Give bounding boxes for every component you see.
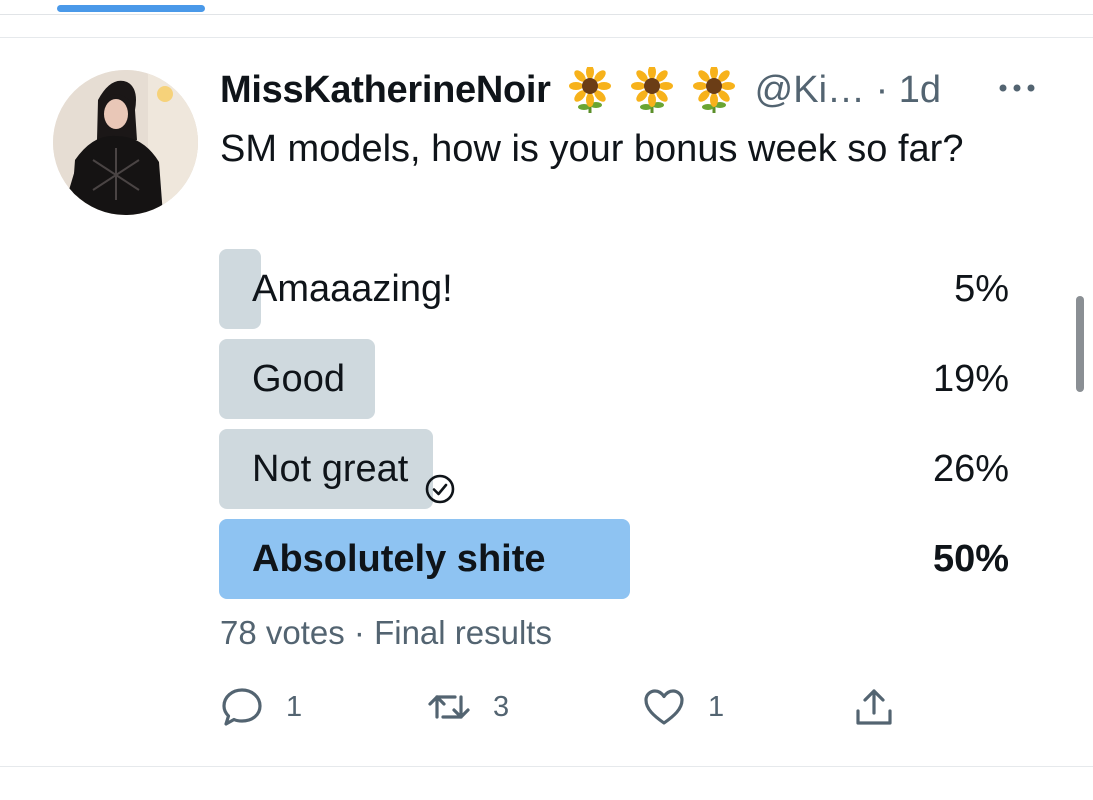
poll: Amaaazing! 5% Good 19% Not great 26% Abs… — [219, 249, 1009, 609]
top-divider — [0, 14, 1093, 15]
poll-option-text: Absolutely shite — [252, 538, 546, 580]
sunflower-icon — [567, 65, 613, 113]
more-options-icon[interactable] — [998, 80, 1036, 96]
poll-option: Good 19% — [219, 339, 1009, 419]
poll-option-label: Not great — [252, 429, 456, 509]
retweet-icon — [428, 695, 470, 719]
poll-option-label: Amaaazing! — [252, 249, 453, 329]
poll-summary: 78 votes · Final results — [220, 614, 552, 651]
handle-and-timestamp[interactable]: @Ki… · 1d — [755, 69, 941, 112]
poll-option-percent: 19% — [932, 358, 1009, 400]
active-tab-indicator — [57, 5, 205, 12]
sunflower-icon — [691, 65, 737, 113]
avatar[interactable] — [53, 70, 198, 215]
like-button[interactable]: 1 — [642, 684, 724, 730]
reply-count: 1 — [286, 690, 303, 723]
poll-option: Amaaazing! 5% — [219, 249, 1009, 329]
heart-icon — [644, 689, 684, 725]
retweet-button[interactable]: 3 — [427, 684, 509, 730]
voted-check-icon — [424, 453, 456, 504]
share-icon — [856, 689, 892, 725]
poll-option-text: Not great — [252, 448, 409, 490]
poll-option-percent: 50% — [932, 538, 1009, 580]
like-count: 1 — [708, 690, 725, 723]
poll-option-label: Good — [252, 339, 345, 419]
poll-option: Not great 26% — [219, 429, 1009, 509]
tweet-divider — [0, 37, 1093, 38]
poll-option-percent: 26% — [932, 448, 1009, 490]
poll-option-winner: Absolutely shite 50% — [219, 519, 1009, 599]
poll-option-label: Absolutely shite — [252, 519, 546, 599]
reply-icon — [222, 688, 262, 726]
scrollbar[interactable] — [1076, 296, 1084, 392]
poll-option-text: Good — [252, 358, 345, 400]
poll-option-text: Amaaazing! — [252, 268, 453, 310]
tweet-actions: 1 3 1 — [220, 684, 920, 730]
tweet-divider — [0, 766, 1093, 767]
tweet-text: SM models, how is your bonus week so far… — [220, 128, 964, 170]
retweet-count: 3 — [493, 690, 510, 723]
tweet-header: MissKatherineNoir @Ki… · 1d — [220, 62, 941, 118]
reply-button[interactable]: 1 — [220, 684, 302, 730]
sunflower-icon — [629, 65, 675, 113]
share-button[interactable] — [852, 684, 896, 730]
display-name[interactable]: MissKatherineNoir — [220, 69, 551, 112]
poll-option-percent: 5% — [954, 268, 1009, 310]
